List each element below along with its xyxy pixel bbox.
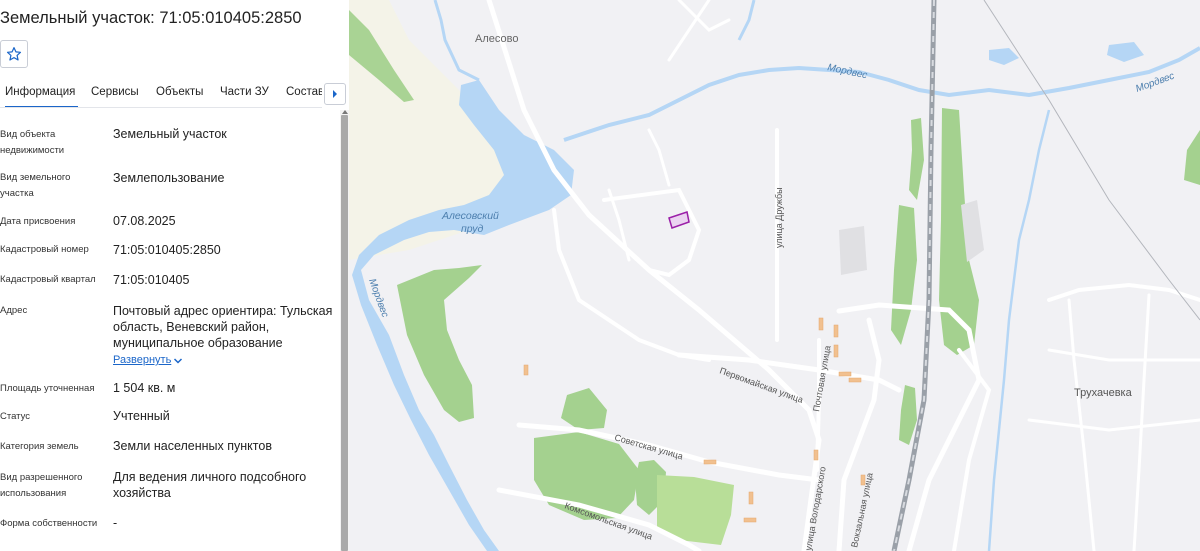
forest-area xyxy=(909,118,924,200)
value-assignment-date: 07.08.2025 xyxy=(113,214,176,228)
tab-info[interactable]: Информация xyxy=(5,86,79,108)
label-cadastral-number: Кадастровый номер xyxy=(0,244,89,255)
forest-area xyxy=(1184,130,1200,185)
favorite-button[interactable] xyxy=(0,40,28,68)
tab-parts[interactable]: Части ЗУ xyxy=(220,86,269,98)
value-object-type: Земельный участок xyxy=(113,127,227,141)
panel-scrollbar[interactable] xyxy=(340,110,349,551)
forest-area xyxy=(891,205,917,345)
forest-area xyxy=(899,385,917,445)
info-panel: Земельный участок: 71:05:010405:2850 Инф… xyxy=(0,0,349,551)
tab-objects[interactable]: Объекты xyxy=(156,86,203,98)
tabs-divider xyxy=(0,107,322,108)
tabs-scroll-right-button[interactable] xyxy=(324,83,346,105)
place-label-alesovo: Алесово xyxy=(475,33,518,45)
label-permitted-use: Вид разрешенного использования xyxy=(0,472,83,499)
label-address: Адрес xyxy=(0,305,28,316)
value-cadastral-number: 71:05:010405:2850 xyxy=(113,243,221,257)
river xyxy=(737,0,756,41)
river-mordves xyxy=(563,46,1200,142)
pond-label-line1: Алесовский xyxy=(441,210,499,222)
river xyxy=(433,0,480,82)
tab-services[interactable]: Сервисы xyxy=(91,86,139,98)
value-land-category: Земли населенных пунктов xyxy=(113,439,272,453)
label-assignment-date: Дата присвоения xyxy=(0,216,76,227)
page-title: Земельный участок: 71:05:010405:2850 xyxy=(0,9,302,27)
pond-label-line2: пруд xyxy=(461,223,484,235)
label-ownership: Форма собственности xyxy=(0,518,98,529)
value-status: Учтенный xyxy=(113,409,170,423)
value-cadastral-quarter: 71:05:010405 xyxy=(113,273,190,287)
value-parcel-type: Землепользование xyxy=(113,171,225,185)
label-area: Площадь уточненная xyxy=(0,383,95,394)
street-label-pervomayskaya: Первомайская улица xyxy=(718,365,804,405)
star-icon xyxy=(6,47,22,61)
expand-address-link[interactable]: Развернуть xyxy=(113,354,171,366)
street-label-vokzalnaya: Вокзальная улица xyxy=(849,472,875,549)
caret-right-icon xyxy=(333,90,337,98)
tab-bar: Информация Сервисы Объекты Части ЗУ Сост… xyxy=(0,78,322,108)
power-line xyxy=(983,0,1200,321)
place-label-trukhachevka: Трухачевка xyxy=(1074,387,1133,399)
tab-composition[interactable]: Состав xyxy=(286,86,322,98)
street-label-druzhby: улица Дружбы xyxy=(774,187,784,248)
value-area: 1 504 кв. м xyxy=(113,381,176,395)
map-view[interactable]: Алесово Трухачевка Алесовский пруд Мордв… xyxy=(349,0,1200,551)
label-cadastral-quarter: Кадастровый квартал xyxy=(0,274,96,285)
map-canvas[interactable]: Алесово Трухачевка Алесовский пруд Мордв… xyxy=(349,0,1200,551)
label-land-category: Категория земель xyxy=(0,441,79,452)
value-ownership: - xyxy=(113,516,118,530)
lake xyxy=(1107,42,1144,62)
value-permitted-use: Для ведения личного подсобного хозяйства xyxy=(113,470,307,500)
value-address: Почтовый адрес ориентира: Тульская облас… xyxy=(113,304,333,350)
forest-area xyxy=(561,388,607,430)
land-parcel-highlight[interactable] xyxy=(668,211,690,229)
chevron-down-icon[interactable] xyxy=(172,355,184,367)
label-parcel-type: Вид земельного участка xyxy=(0,172,71,199)
river xyxy=(987,109,1051,551)
scroll-up-arrow-icon[interactable] xyxy=(342,110,348,114)
industrial-area xyxy=(839,226,867,275)
label-object-type: Вид объекта недвижимости xyxy=(0,129,65,156)
river-label: Мордвес xyxy=(826,62,868,81)
scrollbar-thumb[interactable] xyxy=(341,115,348,551)
label-status: Статус xyxy=(0,411,31,422)
lake xyxy=(989,48,1019,65)
street-label-pochtovaya: Почтовая улица xyxy=(811,345,832,413)
